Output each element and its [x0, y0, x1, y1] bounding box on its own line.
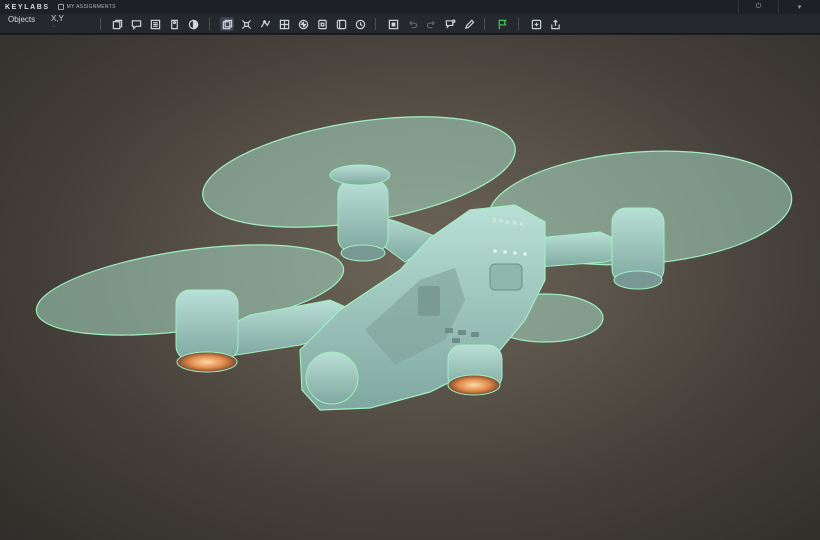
- polygon-icon: [222, 19, 232, 29]
- hint-icon: [445, 19, 455, 29]
- save-button[interactable]: [529, 17, 543, 31]
- toolbar: Objects X,Y -: [0, 14, 820, 34]
- tab-objects[interactable]: Objects: [8, 15, 35, 24]
- undo-button[interactable]: [405, 17, 419, 31]
- list-button[interactable]: [148, 17, 162, 31]
- pen-icon: [464, 19, 474, 29]
- toolbar-divider: [209, 18, 210, 30]
- new-object-icon: [112, 19, 122, 29]
- save-icon: [531, 19, 541, 29]
- polyline-tool-button[interactable]: [258, 17, 272, 31]
- comment-icon: [131, 19, 141, 30]
- xy-readout: X,Y: [51, 14, 64, 23]
- xy-value: -: [53, 24, 55, 30]
- grid-icon: [279, 19, 289, 29]
- redo-icon: [426, 20, 435, 28]
- flag-button[interactable]: [495, 17, 509, 31]
- comment-button[interactable]: [129, 17, 143, 31]
- frame-tool-button[interactable]: [334, 17, 348, 31]
- toolbar-divider: [484, 18, 485, 30]
- timer-tool-button[interactable]: [353, 17, 367, 31]
- assignments-icon: [57, 4, 64, 10]
- bounding-box-icon: [241, 19, 251, 29]
- motor-front-right: [447, 344, 503, 396]
- tag-icon: [170, 19, 178, 29]
- toolbar-divider: [518, 18, 519, 30]
- bounding-box-tool-button[interactable]: [239, 17, 253, 31]
- grid-tool-button[interactable]: [277, 17, 291, 31]
- power-icon: ⏻: [755, 3, 762, 10]
- flag-icon: [498, 19, 507, 29]
- timer-icon: [355, 19, 365, 29]
- contrast-button[interactable]: [186, 17, 200, 31]
- cuboid-icon: [317, 19, 327, 29]
- cuboid-tool-button[interactable]: [315, 17, 329, 31]
- menu-button[interactable]: ▾: [778, 0, 820, 14]
- export-button[interactable]: [548, 17, 562, 31]
- user-button[interactable]: ⏻: [738, 0, 778, 14]
- camera-gimbal: [305, 351, 359, 405]
- brush-tool-button[interactable]: [296, 17, 310, 31]
- chevron-down-icon: ▾: [797, 4, 802, 11]
- contrast-icon: [188, 19, 198, 29]
- pen-button[interactable]: [462, 17, 476, 31]
- motor-back-right: [611, 207, 665, 290]
- redo-button[interactable]: [424, 17, 438, 31]
- list-icon: [150, 19, 160, 29]
- frame-icon: [336, 19, 346, 29]
- crop-icon: [388, 19, 398, 29]
- polygon-tool-button[interactable]: [220, 17, 234, 31]
- toolbar-divider: [375, 18, 376, 30]
- tag-button[interactable]: [167, 17, 181, 31]
- polyline-icon: [260, 19, 270, 28]
- annotation-canvas[interactable]: SPARK: [0, 35, 820, 540]
- export-icon: [550, 19, 560, 29]
- drone-image: SPARK: [35, 116, 793, 411]
- brand-logo: KEYLABS: [5, 3, 50, 11]
- brush-icon: [298, 19, 308, 29]
- crop-button[interactable]: [386, 17, 400, 31]
- new-object-button[interactable]: [110, 17, 124, 31]
- toolbar-divider: [100, 18, 101, 30]
- my-assignments-link[interactable]: MY ASSIGNMENTS: [57, 4, 116, 10]
- undo-icon: [408, 20, 417, 28]
- motor-front-left: [175, 289, 239, 373]
- assignments-label: MY ASSIGNMENTS: [66, 4, 116, 10]
- hint-button[interactable]: [443, 17, 457, 31]
- motor-back-left: [329, 164, 391, 262]
- header-right: ⏻ ▾: [738, 0, 820, 14]
- top-header: KEYLABS MY ASSIGNMENTS ⏻ ▾: [0, 0, 820, 14]
